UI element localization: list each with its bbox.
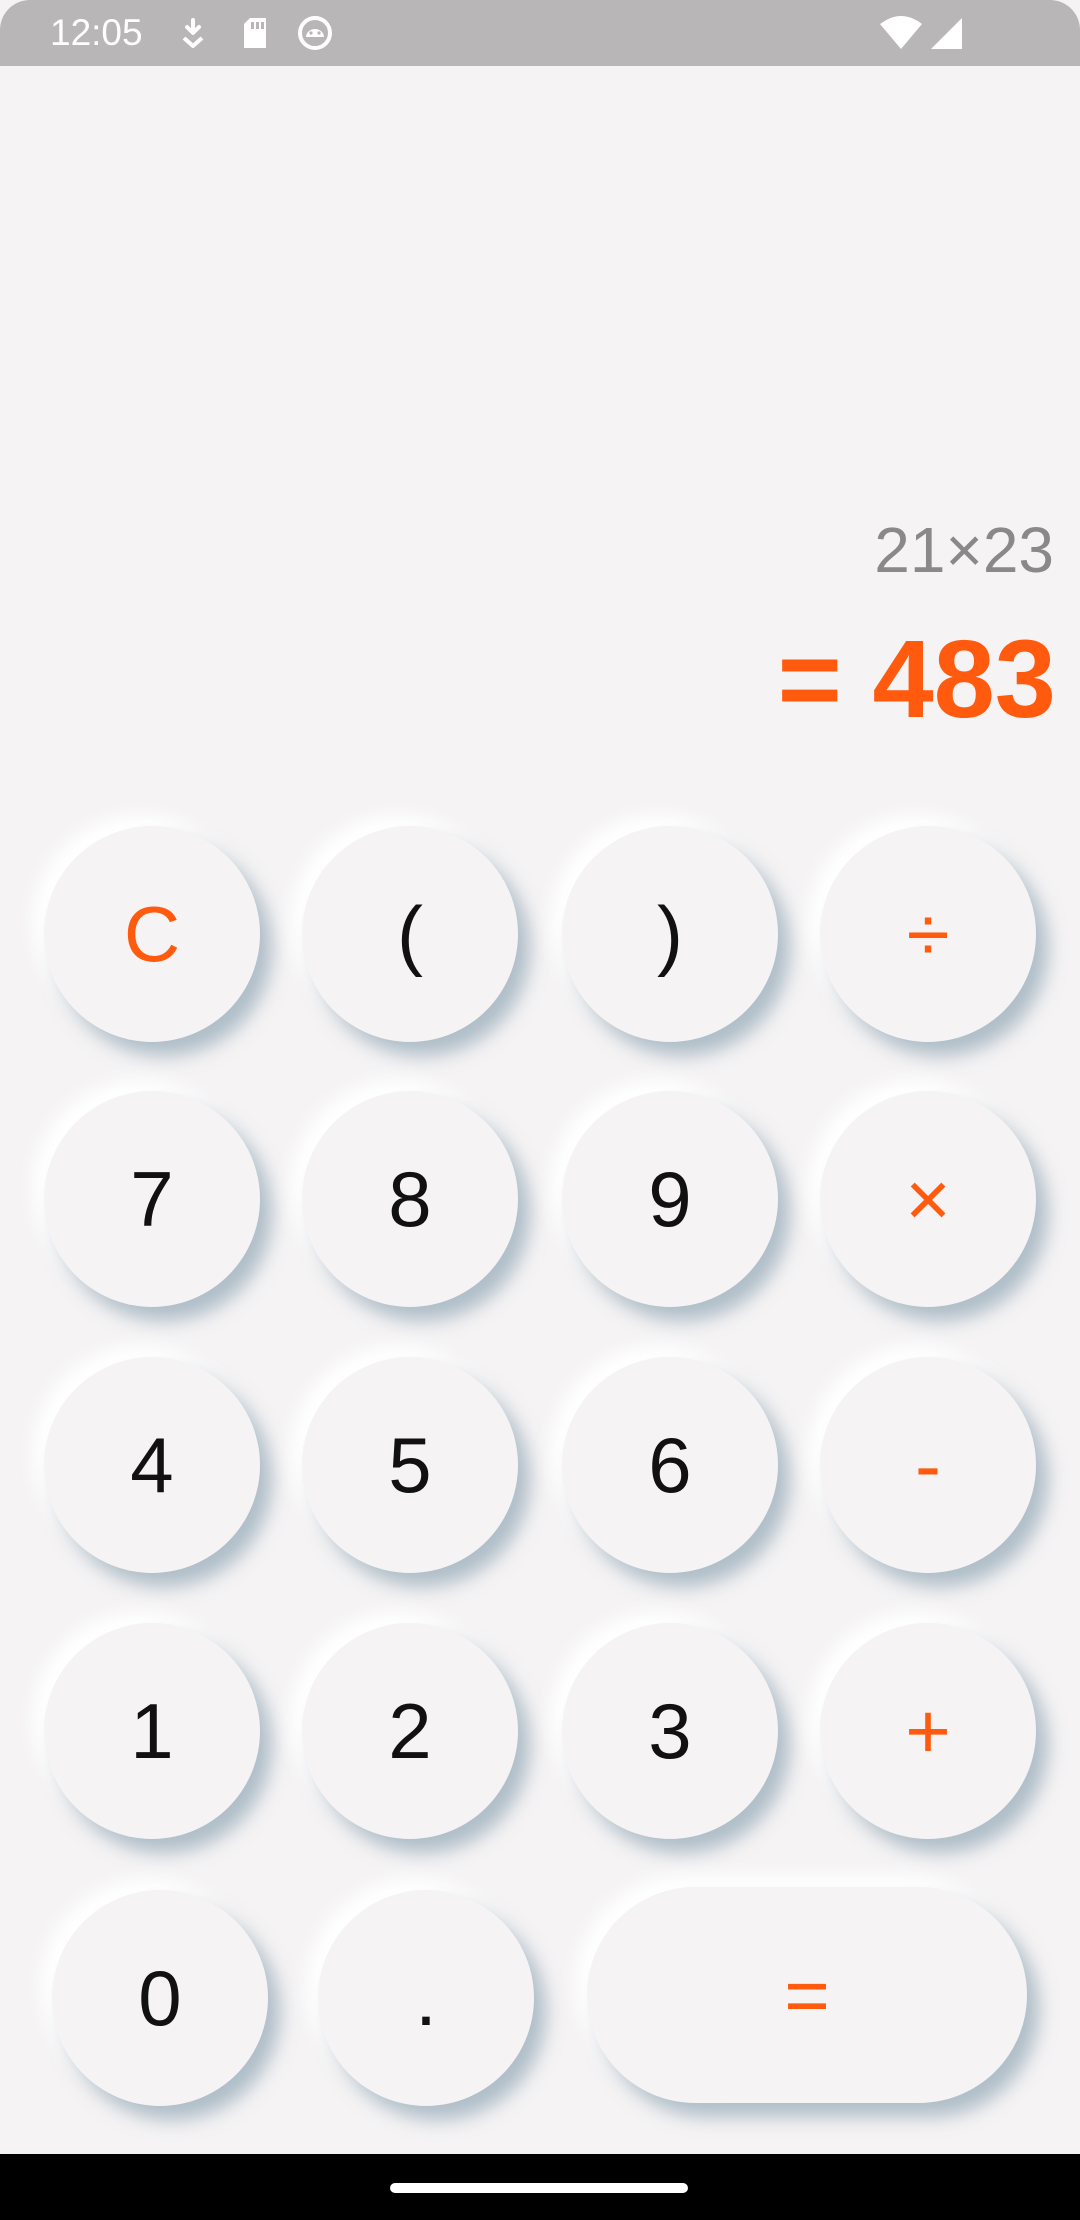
- digit-4-label: 4: [130, 1421, 174, 1509]
- digit-5-label: 5: [388, 1421, 432, 1509]
- digit-0-label: 0: [138, 1954, 182, 2042]
- divide-label: ÷: [906, 890, 950, 978]
- digit-6-label: 6: [648, 1421, 692, 1509]
- digit-9-button[interactable]: 9: [562, 1091, 778, 1307]
- digit-3-label: 3: [648, 1687, 692, 1775]
- digit-8-label: 8: [388, 1155, 432, 1243]
- sd-card-icon: [240, 14, 270, 52]
- clear-button[interactable]: C: [44, 826, 260, 1042]
- digit-6-button[interactable]: 6: [562, 1357, 778, 1573]
- decimal-point-button[interactable]: .: [318, 1890, 534, 2106]
- digit-4-button[interactable]: 4: [44, 1357, 260, 1573]
- equals-button[interactable]: =: [587, 1887, 1027, 2103]
- expression-display: 21×23: [874, 514, 1054, 586]
- clear-label: C: [123, 890, 181, 978]
- subtract-label: -: [915, 1421, 941, 1509]
- digit-0-button[interactable]: 0: [52, 1890, 268, 2106]
- close-paren-button[interactable]: ): [562, 826, 778, 1042]
- home-gesture-handle[interactable]: [390, 2183, 688, 2193]
- android-debug-icon: [296, 14, 334, 52]
- add-label: +: [905, 1687, 951, 1775]
- multiply-label: ×: [905, 1155, 951, 1243]
- close-paren-label: ): [657, 890, 683, 978]
- open-paren-button[interactable]: (: [302, 826, 518, 1042]
- digit-7-label: 7: [130, 1155, 174, 1243]
- subtract-button[interactable]: -: [820, 1357, 1036, 1573]
- digit-2-label: 2: [388, 1687, 432, 1775]
- open-paren-label: (: [397, 890, 423, 978]
- equals-label: =: [784, 1951, 830, 2039]
- digit-2-button[interactable]: 2: [302, 1623, 518, 1839]
- digit-5-button[interactable]: 5: [302, 1357, 518, 1573]
- status-time: 12:05: [50, 12, 143, 53]
- digit-1-button[interactable]: 1: [44, 1623, 260, 1839]
- digit-1-label: 1: [130, 1687, 174, 1775]
- digit-7-button[interactable]: 7: [44, 1091, 260, 1307]
- cell-signal-icon: [928, 14, 964, 52]
- divide-button[interactable]: ÷: [820, 826, 1036, 1042]
- wifi-icon: [878, 14, 924, 52]
- digit-8-button[interactable]: 8: [302, 1091, 518, 1307]
- digit-3-button[interactable]: 3: [562, 1623, 778, 1839]
- calculator-screen: 12:05 21×23 = 483 C () ÷ 7 8 9 × 4 5 6 …: [0, 0, 1080, 2220]
- download-icon: [178, 14, 208, 52]
- multiply-button[interactable]: ×: [820, 1091, 1036, 1307]
- digit-9-label: 9: [648, 1155, 692, 1243]
- decimal-point-label: .: [415, 1954, 437, 2042]
- navigation-bar: [0, 2154, 1080, 2220]
- result-display: = 483: [777, 618, 1056, 741]
- status-bar: 12:05: [0, 0, 1080, 66]
- add-button[interactable]: +: [820, 1623, 1036, 1839]
